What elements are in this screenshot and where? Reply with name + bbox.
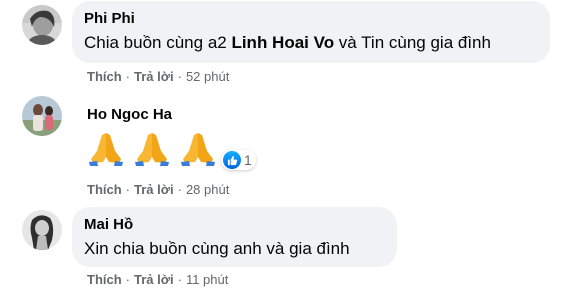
reaction-count: 1 — [244, 152, 252, 168]
like-icon — [223, 151, 241, 169]
comment-text: Xin chia buồn cùng anh và gia đình — [84, 239, 350, 258]
comment-text-part: và Tin cùng gia đình — [334, 33, 491, 52]
reply-button[interactable]: Trả lời — [134, 69, 174, 84]
separator: · — [177, 272, 182, 287]
comment-bubble: Phi Phi Chia buồn cùng a2 Linh Hoai Vo v… — [72, 1, 550, 63]
comment-actions: Thích · Trả lời · 11 phút — [87, 272, 228, 288]
separator: · — [177, 182, 182, 197]
comment-actions: Thích · Trả lời · 52 phút — [87, 69, 229, 85]
comment-text: Chia buồn cùng a2 Linh Hoai Vo và Tin cù… — [84, 31, 538, 55]
emoji-content — [87, 129, 217, 172]
reply-button[interactable]: Trả lời — [134, 182, 174, 197]
reaction-count-badge[interactable]: 1 — [221, 150, 256, 170]
separator: · — [125, 69, 131, 84]
comment-author[interactable]: Ho Ngoc Ha — [87, 106, 172, 123]
reply-button[interactable]: Trả lời — [134, 272, 174, 287]
separator: · — [177, 69, 182, 84]
comment-bubble: Mai Hồ Xin chia buồn cùng anh và gia đìn… — [72, 207, 397, 267]
folded-hands-emoji-icon — [179, 129, 217, 172]
timestamp[interactable]: 52 phút — [186, 69, 229, 84]
avatar[interactable] — [22, 96, 62, 136]
avatar[interactable] — [22, 5, 62, 45]
comment-author[interactable]: Mai Hồ — [84, 215, 385, 234]
comment-actions: Thích · Trả lời · 28 phút — [87, 182, 229, 198]
like-button[interactable]: Thích — [87, 69, 122, 84]
like-button[interactable]: Thích — [87, 272, 122, 287]
folded-hands-emoji-icon — [133, 129, 171, 172]
timestamp[interactable]: 28 phút — [186, 182, 229, 197]
comment-author[interactable]: Phi Phi — [84, 9, 538, 28]
avatar[interactable] — [22, 210, 62, 250]
like-button[interactable]: Thích — [87, 182, 122, 197]
separator: · — [125, 182, 131, 197]
tagged-user-link[interactable]: Linh Hoai Vo — [231, 33, 334, 52]
timestamp[interactable]: 11 phút — [186, 272, 228, 287]
separator: · — [125, 272, 131, 287]
folded-hands-emoji-icon — [87, 129, 125, 172]
comment-text-part: Chia buồn cùng a2 — [84, 33, 232, 52]
